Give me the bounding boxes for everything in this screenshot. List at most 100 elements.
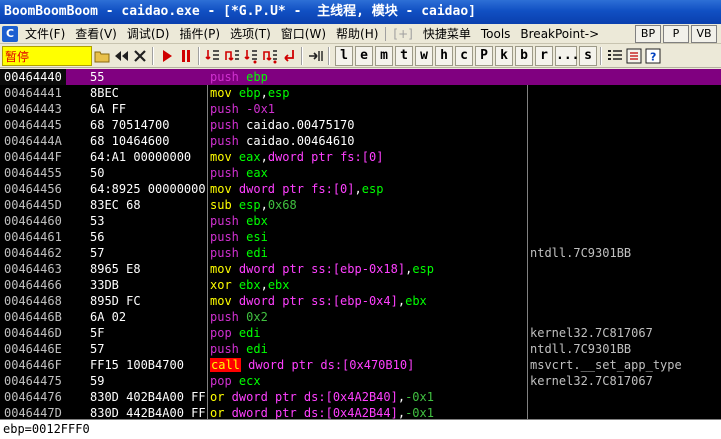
row-instruction: push caidao.00464610 [210,134,355,148]
row-instruction: or dword ptr ds:[0x4A2B40],-0x1 [210,390,434,404]
menu-tools[interactable]: Tools [476,25,516,43]
disasm-row[interactable]: 00464468 895D FC mov dword ptr ss:[ebp-0x4… [0,293,721,309]
trace-into-icon[interactable] [242,46,260,66]
row-instruction: sub esp,0x68 [210,198,297,212]
row-instruction: mov dword ptr ss:[ebp-0x18],esp [210,262,434,276]
row-hex: 68 70514700 [90,118,170,132]
toolbar: 暂停 l e m t w h c P k b r ... s ? [0,44,721,68]
row-address: 0046447D [4,406,62,419]
help-icon[interactable]: ? [644,46,662,66]
disasm-row[interactable]: 0046445D 83EC 68 sub esp,0x68 [0,197,721,213]
breakpoints-button[interactable]: b [515,45,533,66]
row-instruction: mov eax,dword ptr fs:[0] [210,150,384,164]
row-instruction: mov dword ptr ss:[ebp-0x4],ebx [210,294,427,308]
disasm-row[interactable]: 00464462 57 push edi ntdll.7C9301BB [0,245,721,261]
disasm-row[interactable]: 00464463 8965 E8 mov dword ptr ss:[ebp-0x1… [0,261,721,277]
disasm-row[interactable]: 00464441 8BEC mov ebp,esp [0,85,721,101]
menu-separator [385,26,387,41]
row-hex: 6A FF [90,102,127,116]
menu-bar: C 文件(F) 查看(V) 调试(D) 插件(P) 选项(T) 窗口(W) 帮助… [0,24,721,44]
disasm-row[interactable]: 00464460 53 push ebx [0,213,721,229]
run-trace-button[interactable]: ... [555,45,579,66]
disasm-row[interactable]: 0046446D 5F pop edi kernel32.7C817067 [0,325,721,341]
menu-view[interactable]: 查看(V) [70,25,122,43]
menu-file[interactable]: 文件(F) [20,25,70,43]
disasm-row[interactable]: 00464443 6A FF push -0x1 [0,101,721,117]
row-hex: 8BEC [90,86,119,100]
vb-button[interactable]: VB [691,24,717,43]
row-hex: 55 [90,70,105,84]
handles-button[interactable]: h [435,45,453,66]
menu-help[interactable]: 帮助(H) [331,25,383,43]
row-instruction: push -0x1 [210,102,276,116]
menu-breakpoint[interactable]: BreakPoint-> [515,25,604,43]
row-address: 00464456 [4,182,62,196]
execute-till-return-icon[interactable] [280,46,298,66]
row-address: 00464475 [4,374,62,388]
references-button[interactable]: r [535,45,553,66]
call-stack-button[interactable]: k [495,45,513,66]
disasm-row[interactable]: 00464475 59 pop ecx kernel32.7C817067 [0,373,721,389]
modules-button[interactable]: e [355,45,373,66]
run-icon[interactable] [158,46,176,66]
disasm-row[interactable]: 0046446B 6A 02 push 0x2 [0,309,721,325]
menu-shortcuts[interactable]: 快捷菜单 [418,25,476,43]
row-instruction: push eax [210,166,268,180]
step-over-icon[interactable] [223,46,241,66]
disasm-row[interactable]: 00464440 55 push ebp [0,69,721,85]
step-into-icon[interactable] [204,46,222,66]
row-instruction: push ebp [210,70,268,84]
row-hex: 5F [90,326,105,340]
windows-button[interactable]: w [415,45,433,66]
app-icon[interactable]: C [2,25,18,42]
close-icon[interactable] [131,46,149,66]
toolbar-separator [198,46,200,65]
window-title: BoomBoomBoom - caidao.exe - [*G.P.U* - 主… [0,0,721,24]
log-window-button[interactable]: l [335,45,353,66]
cpu-button[interactable]: c [455,45,473,66]
row-instruction: call dword ptr ds:[0x470B10] [210,358,415,372]
menu-window[interactable]: 窗口(W) [276,25,331,43]
rewind-icon[interactable] [112,46,130,66]
row-address: 00464468 [4,294,62,308]
pause-icon[interactable] [177,46,195,66]
disasm-row[interactable]: 0046447D 830D 442B4A00 FF or dword ptr ds:… [0,405,721,419]
disassembly-pane[interactable]: 00464440 55 push ebp 00464441 8BEC mov ebp,es… [0,69,721,419]
p-button[interactable]: P [663,24,689,43]
bp-button[interactable]: BP [635,24,661,43]
disasm-row[interactable]: 0046444A 68 10464600 push caidao.00464610 [0,133,721,149]
disasm-row[interactable]: 0046446E 57 push edi ntdll.7C9301BB [0,341,721,357]
disasm-row[interactable]: 00464461 56 push esi [0,229,721,245]
list-view-icon[interactable] [606,46,624,66]
threads-button[interactable]: t [395,45,413,66]
trace-over-icon[interactable] [261,46,279,66]
patches-button[interactable]: P [475,45,493,66]
row-instruction: xor ebx,ebx [210,278,290,292]
row-hex: 830D 402B4A00 FF [90,390,206,404]
disasm-row[interactable]: 00464455 50 push eax [0,165,721,181]
row-address: 0046444F [4,150,62,164]
disasm-row[interactable]: 0046444F 64:A1 00000000 mov eax,dword ptr … [0,149,721,165]
options-icon[interactable] [625,46,643,66]
row-address: 0046444A [4,134,62,148]
disasm-row[interactable]: 00464476 830D 402B4A00 FF or dword ptr ds:… [0,389,721,405]
menu-debug[interactable]: 调试(D) [122,25,175,43]
toolbar-separator [301,46,303,65]
disasm-row[interactable]: 0046446F FF15 100B4700 call dword ptr ds:[… [0,357,721,373]
source-button[interactable]: s [579,45,597,66]
menu-options[interactable]: 选项(T) [225,25,276,43]
row-hex: 57 [90,342,105,356]
open-folder-icon[interactable] [93,46,111,66]
row-instruction: pop ecx [210,374,261,388]
row-address: 00464440 [0,69,66,85]
goto-icon[interactable] [307,46,325,66]
toolbar-separator [152,46,154,65]
disasm-row[interactable]: 00464456 64:8925 00000000 mov dword ptr fs… [0,181,721,197]
row-instruction: mov ebp,esp [210,86,290,100]
memory-button[interactable]: m [375,45,393,66]
row-instruction: pop edi [210,326,261,340]
menu-plugins[interactable]: 插件(P) [174,25,225,43]
row-instruction: push edi [210,246,268,260]
disasm-row[interactable]: 00464445 68 70514700 push caidao.00475170 [0,117,721,133]
disasm-row[interactable]: 00464466 33DB xor ebx,ebx [0,277,721,293]
